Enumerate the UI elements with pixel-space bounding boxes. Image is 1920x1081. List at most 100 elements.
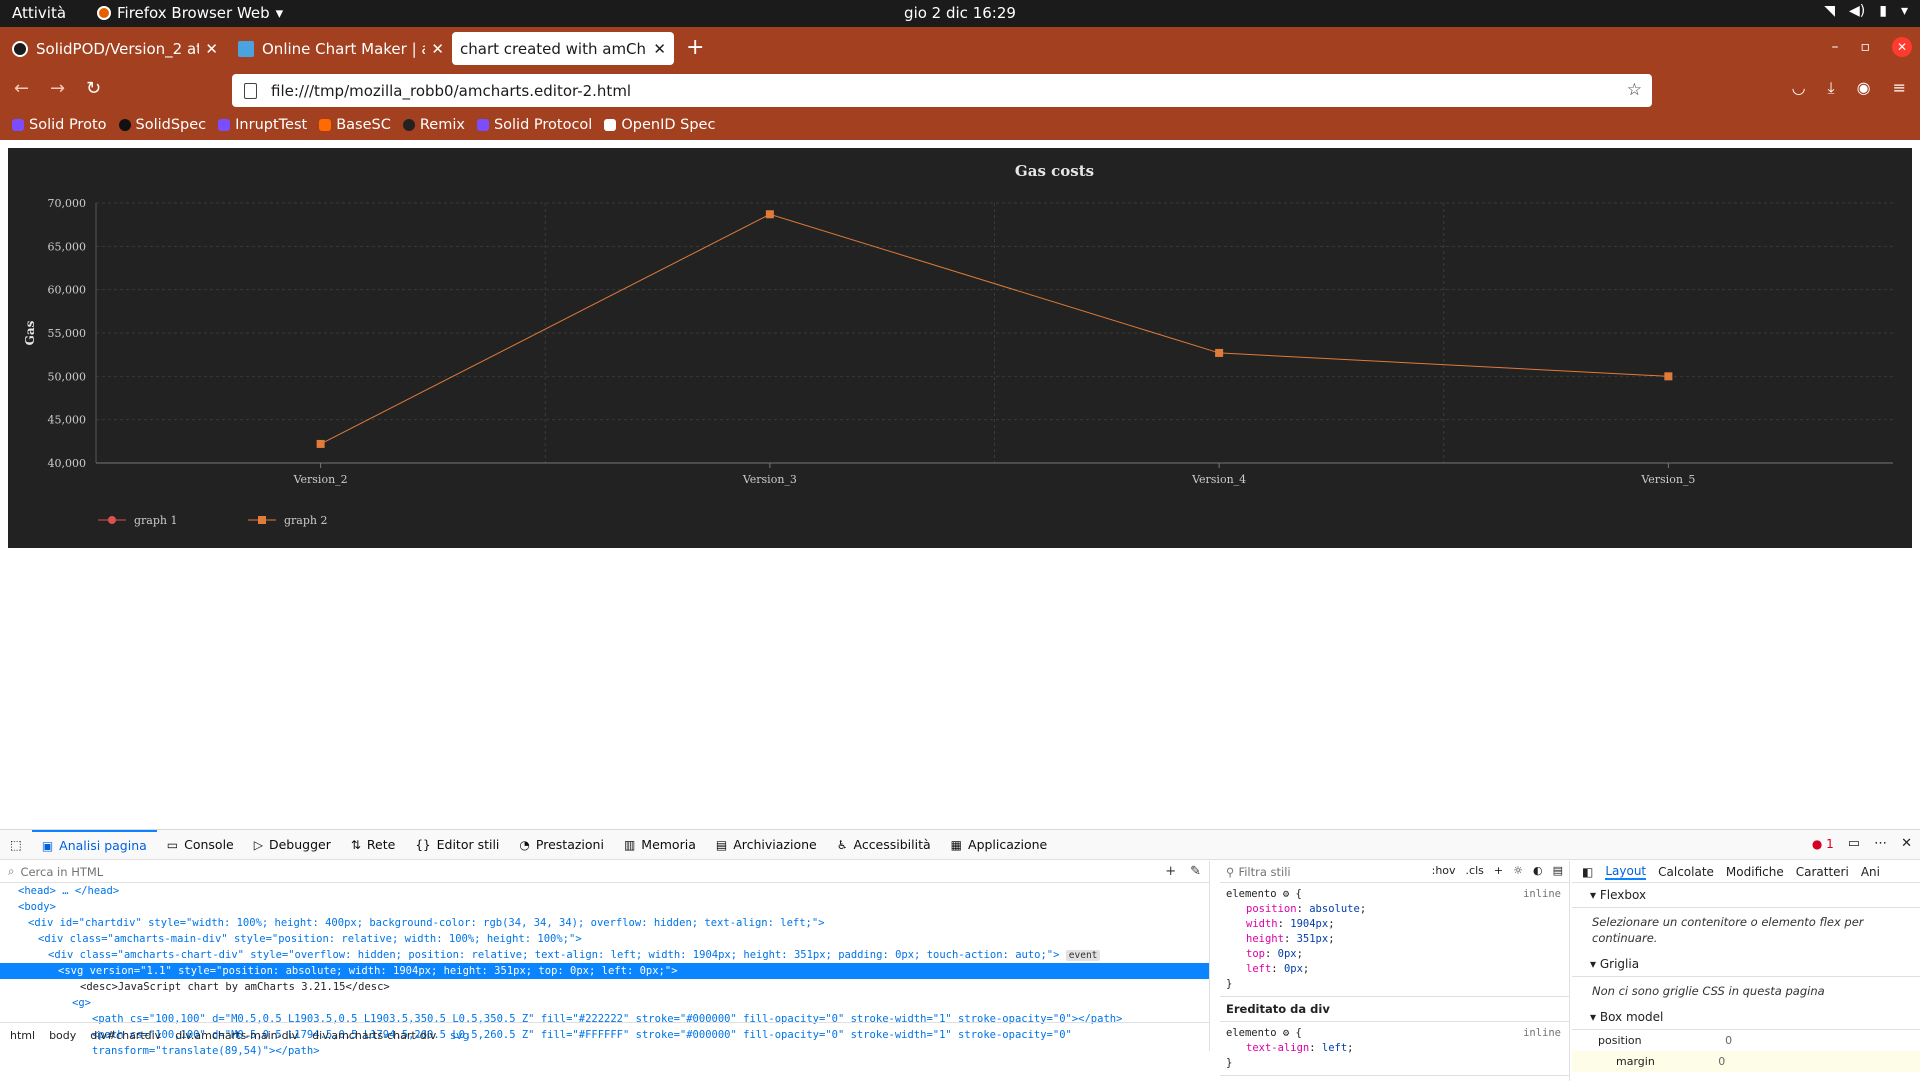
- browser-chrome: SolidPOD/Version_2 at m ✕ Online Chart M…: [0, 27, 1920, 140]
- tab-memory[interactable]: ▥ Memoria: [614, 830, 706, 860]
- chart-title: Gas costs: [1015, 162, 1094, 180]
- system-tray[interactable]: ◥ ◀) ▮ ▾: [1824, 3, 1908, 19]
- tree-node[interactable]: <head> … </head>: [0, 883, 1209, 899]
- tab-console[interactable]: ▭ Console: [157, 830, 244, 860]
- bookmark-solid-proto[interactable]: Solid Proto: [12, 117, 107, 133]
- flexbox-message: Selezionare un contenitore o elemento fl…: [1592, 915, 1864, 945]
- activities-button[interactable]: Attività: [12, 4, 66, 22]
- cls-button[interactable]: .cls: [1466, 864, 1484, 877]
- remix-icon: [402, 119, 415, 131]
- add-rule-icon[interactable]: +: [1494, 864, 1503, 877]
- close-tab-icon[interactable]: ✕: [653, 40, 666, 58]
- reload-icon[interactable]: ↻: [86, 78, 101, 99]
- print-icon[interactable]: ▤: [1553, 864, 1563, 877]
- tab-changes[interactable]: Modifiche: [1726, 865, 1784, 879]
- css-property[interactable]: height: 351px;: [1226, 932, 1563, 947]
- app-menu[interactable]: Firefox Browser Web ▾: [97, 4, 283, 22]
- crumb[interactable]: div.amcharts-chart-div: [312, 1029, 436, 1042]
- tab-network[interactable]: ⇅ Rete: [341, 830, 405, 860]
- gear-icon[interactable]: ⚙: [1283, 1027, 1289, 1039]
- flexbox-section[interactable]: ▾ Flexbox: [1572, 883, 1920, 908]
- tree-node[interactable]: <div id="chartdiv" style="width: 100%; h…: [0, 915, 1209, 931]
- bookmark-remix[interactable]: Remix: [402, 117, 465, 133]
- css-property[interactable]: width: 1904px;: [1226, 917, 1563, 932]
- clock[interactable]: gio 2 dic 16:29: [904, 4, 1016, 22]
- bookmark-openid-spec[interactable]: OpenID Spec: [604, 117, 715, 133]
- tab-computed[interactable]: Calcolate: [1658, 865, 1714, 879]
- pocket-icon[interactable]: ◡: [1792, 78, 1806, 98]
- tab-accessibility[interactable]: ♿ Accessibilità: [827, 830, 941, 860]
- close-tab-icon[interactable]: ✕: [205, 40, 218, 58]
- error-count[interactable]: ● 1: [1812, 837, 1834, 851]
- eyedropper-icon[interactable]: ✎: [1190, 864, 1201, 879]
- dock-icon[interactable]: ▭: [1848, 836, 1860, 851]
- menu-icon[interactable]: ≡: [1893, 78, 1906, 98]
- css-property[interactable]: position: absolute;: [1226, 902, 1563, 917]
- tab-solidpod[interactable]: SolidPOD/Version_2 at m ✕: [4, 32, 226, 65]
- tree-node[interactable]: <g>: [0, 995, 1209, 1011]
- tab-style-editor[interactable]: {} Editor stili: [405, 830, 509, 860]
- tab-storage[interactable]: ▤ Archiviazione: [706, 830, 827, 860]
- tab-application[interactable]: ▦ Applicazione: [941, 830, 1058, 860]
- performance-icon: ◔: [519, 837, 530, 852]
- extension-icon[interactable]: ◉: [1857, 78, 1871, 98]
- dark-mode-icon[interactable]: ◐: [1533, 864, 1543, 877]
- crumb[interactable]: svg: [450, 1029, 469, 1042]
- bookmark-inrupttest[interactable]: InruptTest: [218, 117, 307, 133]
- new-tab-icon[interactable]: +: [686, 35, 704, 60]
- html-search[interactable]: ⌕ Cerca in HTML + ✎: [0, 861, 1209, 883]
- toggle-sidebar-icon[interactable]: ◧: [1582, 865, 1593, 879]
- minimize-icon[interactable]: –: [1832, 39, 1839, 55]
- event-badge[interactable]: event: [1065, 950, 1101, 961]
- tree-node[interactable]: <div class="amcharts-chart-div" style="o…: [0, 947, 1209, 963]
- close-tab-icon[interactable]: ✕: [431, 40, 444, 58]
- gear-icon[interactable]: ⚙: [1283, 888, 1289, 900]
- tree-node-selected[interactable]: <svg version="1.1" style="position: abso…: [0, 963, 1209, 979]
- hov-button[interactable]: :hov: [1432, 864, 1456, 877]
- layout-pane: ◧ Layout Calcolate Modifiche Caratteri A…: [1572, 861, 1920, 1081]
- tree-node[interactable]: <desc>JavaScript chart by amCharts 3.21.…: [0, 979, 1209, 995]
- element-picker-icon[interactable]: ⬚: [0, 830, 32, 860]
- tab-debugger[interactable]: ▷ Debugger: [244, 830, 341, 860]
- tab-layout[interactable]: Layout: [1605, 864, 1647, 880]
- tab-inspector[interactable]: ▣ Analisi pagina: [31, 829, 157, 860]
- css-property[interactable]: left: 0px;: [1226, 962, 1563, 977]
- filter-styles-input[interactable]: Filtra stili: [1238, 865, 1290, 879]
- more-options-icon[interactable]: ⋯: [1874, 836, 1887, 851]
- back-arrow-icon[interactable]: ←: [14, 78, 29, 99]
- bookmark-star-icon[interactable]: ☆: [1627, 80, 1642, 100]
- css-property[interactable]: top: 0px;: [1226, 947, 1563, 962]
- light-mode-icon[interactable]: ☼: [1513, 864, 1523, 877]
- bookmark-basesc[interactable]: BaseSC: [319, 117, 391, 133]
- position-value[interactable]: 0: [1725, 1034, 1732, 1047]
- bookmark-solid-protocol[interactable]: Solid Protocol: [476, 117, 592, 133]
- add-node-icon[interactable]: +: [1165, 864, 1176, 879]
- crumb[interactable]: html: [10, 1029, 35, 1042]
- restore-icon[interactable]: ▫: [1861, 39, 1871, 55]
- bookmark-solidspec[interactable]: SolidSpec: [118, 117, 206, 133]
- tab-animations[interactable]: Ani: [1861, 865, 1880, 879]
- html-search-input[interactable]: Cerca in HTML: [20, 865, 103, 879]
- tree-node[interactable]: <div class="amcharts-main-div" style="po…: [0, 931, 1209, 947]
- node-text: <body>: [18, 901, 56, 913]
- tab-chart-maker[interactable]: Online Chart Maker | amC ✕: [230, 32, 452, 65]
- crumb[interactable]: div.amcharts-main-div: [175, 1029, 298, 1042]
- download-icon[interactable]: ⤓: [1828, 78, 1835, 98]
- crumb[interactable]: div#chartdiv: [90, 1029, 161, 1042]
- prop-value: 0px: [1283, 963, 1303, 975]
- tab-fonts[interactable]: Caratteri: [1796, 865, 1849, 879]
- grid-section[interactable]: ▾ Griglia: [1572, 952, 1920, 977]
- crumb[interactable]: body: [49, 1029, 76, 1042]
- tab-chart-created[interactable]: chart created with amCharts ✕: [452, 32, 674, 65]
- css-property[interactable]: text-align: left;: [1226, 1041, 1563, 1056]
- margin-value[interactable]: 0: [1718, 1055, 1725, 1068]
- boxmodel-section[interactable]: ▾ Box model: [1572, 1005, 1920, 1030]
- tab-performance[interactable]: ◔ Prestazioni: [509, 830, 614, 860]
- tab-label: Editor stili: [436, 837, 500, 852]
- tree-node[interactable]: <body>: [0, 899, 1209, 915]
- url-bar[interactable]: file:///tmp/mozilla_robb0/amcharts.edito…: [232, 74, 1652, 107]
- close-devtools-icon[interactable]: ✕: [1901, 836, 1912, 851]
- forward-arrow-icon[interactable]: →: [50, 78, 65, 99]
- inherited-rule: inline elemento ⚙ { text-align: left; }: [1220, 1022, 1569, 1076]
- window-close-icon[interactable]: ✕: [1892, 37, 1912, 57]
